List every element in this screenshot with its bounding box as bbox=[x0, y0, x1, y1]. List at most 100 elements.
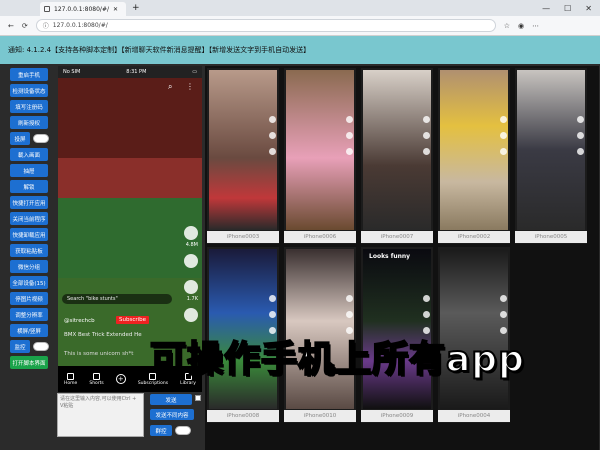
url-field[interactable]: ⓘ 127.0.0.1:8080/#/ bbox=[35, 19, 496, 32]
sidebar-button[interactable]: 关闭当前程序 bbox=[10, 212, 48, 225]
promo-overlay-text: 可操作手机上所有app bbox=[149, 338, 525, 381]
favorite-icon[interactable]: ☆ bbox=[504, 22, 510, 30]
send-checkbox[interactable] bbox=[195, 395, 201, 401]
nav-create[interactable]: + bbox=[115, 374, 126, 384]
tab-close-icon[interactable]: ✕ bbox=[113, 6, 118, 13]
reload-icon[interactable]: ⟳ bbox=[22, 22, 28, 30]
phone-tile[interactable]: iPhone0007 bbox=[361, 68, 433, 244]
profile-icon[interactable]: ◉ bbox=[518, 22, 524, 30]
search-icon[interactable]: ⌕ bbox=[168, 82, 172, 92]
phone-screen[interactable] bbox=[209, 249, 277, 409]
home-icon bbox=[67, 372, 75, 380]
new-tab-icon[interactable]: + bbox=[132, 3, 140, 13]
menu-icon[interactable]: ⋯ bbox=[532, 22, 539, 30]
shorts-icon bbox=[93, 372, 101, 380]
phone-screen[interactable] bbox=[440, 249, 508, 409]
phone-label: iPhone0002 bbox=[438, 231, 510, 243]
phone-label: iPhone0009 bbox=[361, 410, 433, 422]
sidebar-button[interactable]: 停图片视频 bbox=[10, 292, 48, 305]
caption-text: Looks funny bbox=[369, 253, 411, 260]
url-text: 127.0.0.1:8080/#/ bbox=[52, 22, 108, 29]
send-button[interactable]: 发送 bbox=[150, 394, 192, 405]
dislike-icon[interactable] bbox=[184, 254, 198, 268]
search-suggestion[interactable]: Search "bike stunts" bbox=[62, 294, 172, 304]
close-window-icon[interactable]: ✕ bbox=[585, 4, 592, 13]
share-icon bbox=[500, 148, 507, 155]
comment-icon bbox=[346, 311, 353, 318]
sidebar-button[interactable]: 載入画面 bbox=[10, 148, 48, 161]
text-input[interactable]: 请在这里输入内容,可以使用Ctrl + V粘贴 bbox=[57, 393, 144, 437]
sidebar-button[interactable]: 快捷打开应用 bbox=[10, 196, 48, 209]
send-different-button[interactable]: 发送不同内容 bbox=[150, 409, 194, 420]
group-control-toggle[interactable] bbox=[175, 426, 191, 435]
open-script-button[interactable]: 打开脚本界面 bbox=[10, 356, 48, 369]
share-icon[interactable] bbox=[184, 308, 198, 322]
share-icon bbox=[423, 148, 430, 155]
page-icon bbox=[44, 6, 50, 12]
phone-label: iPhone0007 bbox=[361, 231, 433, 243]
maximize-icon[interactable]: ☐ bbox=[564, 4, 571, 13]
notice-bar: 通知: 4.1.2.4【支持各种脚本定制】【新增聊天软件新消息提醒】【新增发送文… bbox=[0, 36, 600, 64]
comment-icon bbox=[500, 132, 507, 139]
phone-label: iPhone0010 bbox=[284, 410, 356, 422]
cast-toggle[interactable] bbox=[33, 134, 49, 143]
sidebar-button[interactable]: 填写注册码 bbox=[10, 100, 48, 113]
phone-label: iPhone0008 bbox=[207, 410, 279, 422]
phone-screen[interactable] bbox=[286, 249, 354, 409]
time-text: 8:31 PM bbox=[126, 69, 147, 75]
video-desc: This is some unicorn sh*t bbox=[64, 351, 134, 357]
share-icon bbox=[577, 148, 584, 155]
comment-icon bbox=[346, 132, 353, 139]
comment-icon bbox=[577, 132, 584, 139]
phone-screen[interactable] bbox=[286, 70, 354, 230]
monitor-button[interactable]: 监控 bbox=[10, 340, 30, 353]
sidebar-button[interactable]: 获取粘贴板 bbox=[10, 244, 48, 257]
sidebar-button[interactable]: 横屏/竖屏 bbox=[10, 324, 48, 337]
sidebar-button[interactable]: 全部设备(15) bbox=[10, 276, 48, 289]
phone-screen[interactable] bbox=[517, 70, 585, 230]
monitor-toggle-row: 监控 bbox=[10, 340, 50, 353]
phone-screen[interactable]: Looks funny bbox=[363, 249, 431, 409]
sidebar-button[interactable]: 重启手机 bbox=[10, 68, 48, 81]
comment-icon[interactable] bbox=[184, 280, 198, 294]
address-bar-row: ← ⟳ ⓘ 127.0.0.1:8080/#/ ☆ ◉ ⋯ bbox=[0, 16, 600, 36]
like-icon[interactable] bbox=[184, 226, 198, 240]
browser-titlebar: 127.0.0.1:8080/#/ ✕ + — ☐ ✕ bbox=[0, 0, 600, 16]
nav-shorts[interactable]: Shorts bbox=[89, 372, 104, 386]
subscribe-button[interactable]: Subscribe bbox=[116, 316, 150, 324]
sidebar-button[interactable]: 抽屉 bbox=[10, 164, 48, 177]
nav-home[interactable]: Home bbox=[64, 372, 77, 386]
more-icon[interactable]: ⋮ bbox=[186, 82, 194, 91]
back-icon[interactable]: ← bbox=[8, 22, 14, 30]
like-icon bbox=[500, 116, 507, 123]
share-icon bbox=[346, 148, 353, 155]
video-title[interactable]: BMX Best Trick Extended He bbox=[64, 332, 164, 338]
comment-icon bbox=[500, 311, 507, 318]
group-control-button[interactable]: 群控 bbox=[150, 425, 172, 436]
cast-button[interactable]: 投屏 bbox=[10, 132, 30, 145]
phone-screen[interactable] bbox=[209, 70, 277, 230]
monitor-toggle[interactable] bbox=[33, 342, 49, 351]
phone-tile[interactable]: iPhone0002 bbox=[438, 68, 510, 244]
phone-screen[interactable] bbox=[440, 70, 508, 230]
share-icon bbox=[269, 148, 276, 155]
channel-name[interactable]: @sitrechcb bbox=[64, 318, 95, 324]
phone-tile[interactable]: iPhone0005 bbox=[515, 68, 587, 244]
comment-icon bbox=[423, 311, 430, 318]
phone-screen[interactable] bbox=[363, 70, 431, 230]
sidebar-button[interactable]: 刷新授权 bbox=[10, 116, 48, 129]
sidebar-button[interactable]: 微信分组 bbox=[10, 260, 48, 273]
sidebar-button[interactable]: 解锁 bbox=[10, 180, 48, 193]
phone-grid: iPhone0003 iPhone0006 iPhone0007 iPhone0… bbox=[205, 66, 599, 450]
minimize-icon[interactable]: — bbox=[542, 4, 550, 13]
sidebar-button[interactable]: 快捷卸载应用 bbox=[10, 228, 48, 241]
sidebar-button[interactable]: 检测设备状态 bbox=[10, 84, 48, 97]
browser-tab[interactable]: 127.0.0.1:8080/#/ ✕ bbox=[40, 2, 126, 16]
like-icon bbox=[577, 116, 584, 123]
like-icon bbox=[423, 295, 430, 302]
phone-tile[interactable]: iPhone0003 bbox=[207, 68, 279, 244]
sidebar-button[interactable]: 调整分辨率 bbox=[10, 308, 48, 321]
battery-icon: ▭ bbox=[192, 69, 197, 75]
phone-tile[interactable]: iPhone0006 bbox=[284, 68, 356, 244]
video-frame[interactable] bbox=[58, 78, 202, 278]
